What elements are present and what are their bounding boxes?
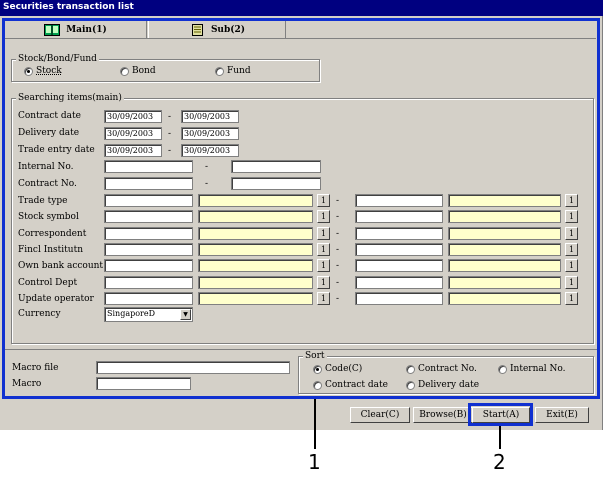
window-title: Securities transaction list [0,0,603,16]
exit-button[interactable]: Exit(E) [535,407,589,423]
callout-number-2: 2 [493,450,506,474]
callout-number-1: 1 [308,450,321,474]
callout-frame-2 [468,403,533,426]
callout-line-2 [499,426,501,449]
callout-frame-1 [2,18,600,399]
browse-button[interactable]: Browse(B) [413,407,473,423]
callout-line-1 [314,399,316,449]
clear-button[interactable]: Clear(C) [350,407,410,423]
